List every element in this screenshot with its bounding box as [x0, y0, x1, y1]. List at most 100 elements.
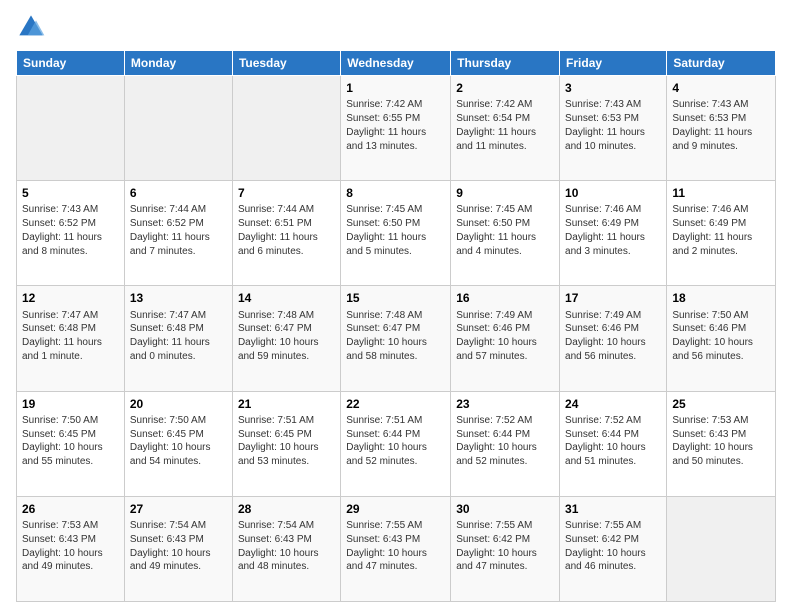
calendar-cell [232, 76, 340, 181]
day-header-tuesday: Tuesday [232, 51, 340, 76]
cell-text: Sunrise: 7:50 AM Sunset: 6:46 PM Dayligh… [672, 309, 770, 364]
day-number: 29 [346, 501, 445, 517]
day-number: 13 [130, 290, 227, 306]
week-row-3: 12 Sunrise: 7:47 AM Sunset: 6:48 PM Dayli… [17, 286, 776, 391]
day-number: 27 [130, 501, 227, 517]
cell-text: Sunrise: 7:46 AM Sunset: 6:49 PM Dayligh… [672, 203, 770, 258]
calendar-cell: 21 Sunrise: 7:51 AM Sunset: 6:45 PM Dayli… [232, 391, 340, 496]
calendar-cell: 22 Sunrise: 7:51 AM Sunset: 6:44 PM Dayli… [341, 391, 451, 496]
cell-text: Sunrise: 7:52 AM Sunset: 6:44 PM Dayligh… [565, 414, 661, 469]
calendar-cell [17, 76, 125, 181]
calendar-header: SundayMondayTuesdayWednesdayThursdayFrid… [17, 51, 776, 76]
day-number: 9 [456, 185, 554, 201]
day-number: 4 [672, 80, 770, 96]
calendar-cell: 26 Sunrise: 7:53 AM Sunset: 6:43 PM Dayli… [17, 496, 125, 601]
cell-text: Sunrise: 7:45 AM Sunset: 6:50 PM Dayligh… [456, 203, 554, 258]
day-number: 5 [22, 185, 119, 201]
cell-text: Sunrise: 7:42 AM Sunset: 6:55 PM Dayligh… [346, 98, 445, 153]
week-row-5: 26 Sunrise: 7:53 AM Sunset: 6:43 PM Dayli… [17, 496, 776, 601]
day-number: 20 [130, 396, 227, 412]
day-number: 26 [22, 501, 119, 517]
day-number: 10 [565, 185, 661, 201]
cell-text: Sunrise: 7:47 AM Sunset: 6:48 PM Dayligh… [22, 309, 119, 364]
day-number: 3 [565, 80, 661, 96]
day-header-monday: Monday [124, 51, 232, 76]
cell-text: Sunrise: 7:47 AM Sunset: 6:48 PM Dayligh… [130, 309, 227, 364]
cell-text: Sunrise: 7:42 AM Sunset: 6:54 PM Dayligh… [456, 98, 554, 153]
cell-text: Sunrise: 7:49 AM Sunset: 6:46 PM Dayligh… [456, 309, 554, 364]
cell-text: Sunrise: 7:53 AM Sunset: 6:43 PM Dayligh… [672, 414, 770, 469]
day-number: 11 [672, 185, 770, 201]
calendar-cell: 2 Sunrise: 7:42 AM Sunset: 6:54 PM Daylig… [451, 76, 560, 181]
week-row-2: 5Sunrise: 7:43 AM Sunset: 6:52 PM Daylig… [17, 181, 776, 286]
cell-text: Sunrise: 7:54 AM Sunset: 6:43 PM Dayligh… [238, 519, 335, 574]
cell-text: Sunrise: 7:55 AM Sunset: 6:42 PM Dayligh… [456, 519, 554, 574]
day-number: 30 [456, 501, 554, 517]
calendar-cell: 20 Sunrise: 7:50 AM Sunset: 6:45 PM Dayli… [124, 391, 232, 496]
calendar-cell: 6 Sunrise: 7:44 AM Sunset: 6:52 PM Daylig… [124, 181, 232, 286]
cell-text: Sunrise: 7:50 AM Sunset: 6:45 PM Dayligh… [22, 414, 119, 469]
calendar-cell: 13 Sunrise: 7:47 AM Sunset: 6:48 PM Dayli… [124, 286, 232, 391]
day-header-thursday: Thursday [451, 51, 560, 76]
day-number: 19 [22, 396, 119, 412]
page: SundayMondayTuesdayWednesdayThursdayFrid… [0, 0, 792, 612]
cell-text: Sunrise: 7:44 AM Sunset: 6:52 PM Dayligh… [130, 203, 227, 258]
calendar-cell: 24Sunrise: 7:52 AM Sunset: 6:44 PM Dayli… [560, 391, 667, 496]
day-number: 14 [238, 290, 335, 306]
cell-text: Sunrise: 7:54 AM Sunset: 6:43 PM Dayligh… [130, 519, 227, 574]
day-number: 1 [346, 80, 445, 96]
header-row: SundayMondayTuesdayWednesdayThursdayFrid… [17, 51, 776, 76]
calendar-cell: 19 Sunrise: 7:50 AM Sunset: 6:45 PM Dayli… [17, 391, 125, 496]
day-number: 25 [672, 396, 770, 412]
header [16, 12, 776, 42]
week-row-4: 19 Sunrise: 7:50 AM Sunset: 6:45 PM Dayli… [17, 391, 776, 496]
cell-text: Sunrise: 7:51 AM Sunset: 6:44 PM Dayligh… [346, 414, 445, 469]
calendar-body: 1 Sunrise: 7:42 AM Sunset: 6:55 PM Daylig… [17, 76, 776, 602]
cell-text: Sunrise: 7:50 AM Sunset: 6:45 PM Dayligh… [130, 414, 227, 469]
calendar-cell: 12 Sunrise: 7:47 AM Sunset: 6:48 PM Dayli… [17, 286, 125, 391]
day-number: 7 [238, 185, 335, 201]
day-number: 23 [456, 396, 554, 412]
calendar-cell: 31 Sunrise: 7:55 AM Sunset: 6:42 PM Dayli… [560, 496, 667, 601]
logo-icon [16, 12, 46, 42]
day-number: 16 [456, 290, 554, 306]
day-number: 6 [130, 185, 227, 201]
day-number: 12 [22, 290, 119, 306]
day-number: 18 [672, 290, 770, 306]
cell-text: Sunrise: 7:51 AM Sunset: 6:45 PM Dayligh… [238, 414, 335, 469]
calendar-cell: 18 Sunrise: 7:50 AM Sunset: 6:46 PM Dayli… [667, 286, 776, 391]
cell-text: Sunrise: 7:48 AM Sunset: 6:47 PM Dayligh… [238, 309, 335, 364]
day-number: 21 [238, 396, 335, 412]
calendar-cell: 23 Sunrise: 7:52 AM Sunset: 6:44 PM Dayli… [451, 391, 560, 496]
week-row-1: 1 Sunrise: 7:42 AM Sunset: 6:55 PM Daylig… [17, 76, 776, 181]
cell-text: Sunrise: 7:46 AM Sunset: 6:49 PM Dayligh… [565, 203, 661, 258]
calendar-cell: 14 Sunrise: 7:48 AM Sunset: 6:47 PM Dayli… [232, 286, 340, 391]
calendar-cell: 30 Sunrise: 7:55 AM Sunset: 6:42 PM Dayli… [451, 496, 560, 601]
day-number: 22 [346, 396, 445, 412]
day-header-sunday: Sunday [17, 51, 125, 76]
cell-text: Sunrise: 7:52 AM Sunset: 6:44 PM Dayligh… [456, 414, 554, 469]
cell-text: Sunrise: 7:43 AM Sunset: 6:53 PM Dayligh… [672, 98, 770, 153]
calendar: SundayMondayTuesdayWednesdayThursdayFrid… [16, 50, 776, 602]
calendar-cell: 1 Sunrise: 7:42 AM Sunset: 6:55 PM Daylig… [341, 76, 451, 181]
day-number: 17 [565, 290, 661, 306]
day-number: 31 [565, 501, 661, 517]
calendar-cell: 17 Sunrise: 7:49 AM Sunset: 6:46 PM Dayli… [560, 286, 667, 391]
cell-text: Sunrise: 7:43 AM Sunset: 6:53 PM Dayligh… [565, 98, 661, 153]
day-number: 2 [456, 80, 554, 96]
calendar-cell [667, 496, 776, 601]
cell-text: Sunrise: 7:48 AM Sunset: 6:47 PM Dayligh… [346, 309, 445, 364]
calendar-cell: 16 Sunrise: 7:49 AM Sunset: 6:46 PM Dayli… [451, 286, 560, 391]
calendar-cell: 5Sunrise: 7:43 AM Sunset: 6:52 PM Daylig… [17, 181, 125, 286]
cell-text: Sunrise: 7:53 AM Sunset: 6:43 PM Dayligh… [22, 519, 119, 574]
logo [16, 12, 50, 42]
calendar-cell: 11 Sunrise: 7:46 AM Sunset: 6:49 PM Dayli… [667, 181, 776, 286]
day-header-saturday: Saturday [667, 51, 776, 76]
cell-text: Sunrise: 7:45 AM Sunset: 6:50 PM Dayligh… [346, 203, 445, 258]
cell-text: Sunrise: 7:55 AM Sunset: 6:42 PM Dayligh… [565, 519, 661, 574]
day-header-friday: Friday [560, 51, 667, 76]
calendar-cell: 3 Sunrise: 7:43 AM Sunset: 6:53 PM Daylig… [560, 76, 667, 181]
cell-text: Sunrise: 7:55 AM Sunset: 6:43 PM Dayligh… [346, 519, 445, 574]
calendar-cell: 7Sunrise: 7:44 AM Sunset: 6:51 PM Daylig… [232, 181, 340, 286]
cell-text: Sunrise: 7:49 AM Sunset: 6:46 PM Dayligh… [565, 309, 661, 364]
